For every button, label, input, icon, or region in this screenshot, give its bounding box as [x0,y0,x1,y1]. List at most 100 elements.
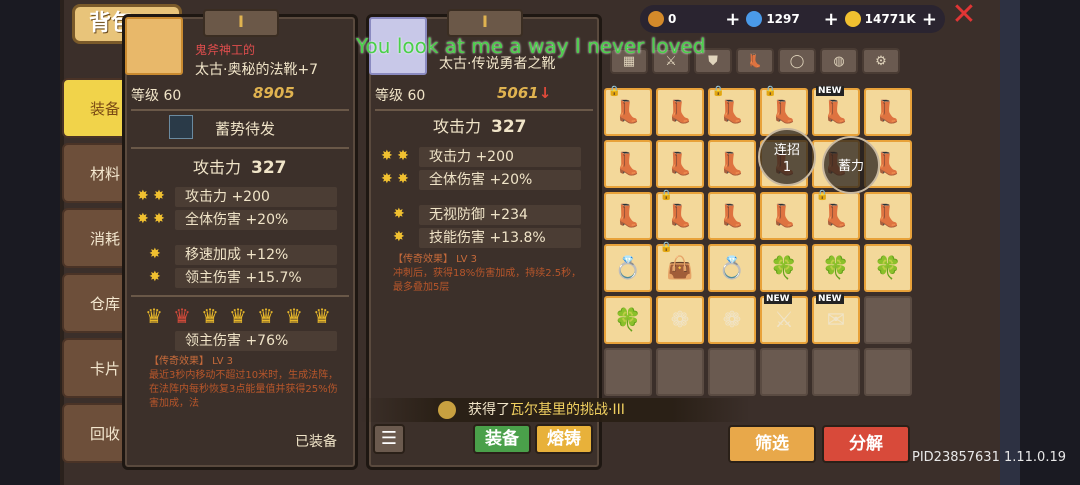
lock-icon: 🔒 [608,86,621,97]
score-down-icon: ↓ [538,84,552,102]
wing-icon [648,11,664,27]
empty-slot[interactable] [656,348,704,396]
item-slot[interactable]: 👢 [708,140,756,188]
skill-icon [169,115,193,139]
item-slot[interactable]: NEW 👢 [812,86,860,136]
empty-slot[interactable] [760,348,808,396]
legendary-text: 冲刺后，获得18%伤害加成，持续2.5秒，最多叠加5层 [393,268,582,293]
toast-prefix: 获得了 [468,402,510,418]
currency-bar: 0 + 1297 + 14771K + [640,5,945,33]
filter-button[interactable]: 筛选 [728,425,816,463]
item-slot[interactable]: 🍀 [812,244,860,292]
item-prefix: 鬼斧神工的 [195,43,256,57]
item-slot[interactable]: 🔒 👜 [656,242,704,292]
item-slot[interactable]: 👢 [864,88,912,136]
divider [131,109,349,111]
item-slot[interactable]: 🔒 👢 [656,190,704,240]
rarity-badge: Ⅰ [203,9,279,37]
crown-stat: 领主伤害 +76% [175,331,337,351]
item-slot[interactable]: 🔒 👢 [812,190,860,240]
equipped-status: 已装备 [295,434,337,450]
crown-icon: ♛ [285,304,303,328]
star-icon: ✸ [393,206,405,222]
empty-slot[interactable] [812,348,860,396]
item-name: 太古·奥秘的法靴+7 [195,62,319,78]
item-slot[interactable]: 👢 [656,140,704,188]
stat-row: 领主伤害 +15.7% [175,268,337,288]
forge-button[interactable]: 熔铸 [535,424,593,454]
star-icon: ✸ [393,229,405,245]
currency-gems-value: 1297 [766,12,800,26]
ring-filter-icon[interactable]: ◯ [778,48,816,74]
item-slot[interactable]: 👢 [760,192,808,240]
currency-wings: 0 + [648,9,740,30]
decompose-button[interactable]: 分解 [822,425,910,463]
item-slot[interactable]: 🔒 👢 [604,86,652,136]
boots-filter-icon[interactable]: 👢 [736,48,774,74]
item-slot[interactable]: 🔒 👢 [708,86,756,136]
toast-item-name: 瓦尔基里的挑战·III [510,402,625,418]
coin-icon [844,11,861,27]
item-slot[interactable]: 🍀 [864,244,912,292]
empty-slot[interactable] [864,348,912,396]
item-score-value: 5061 [497,84,539,102]
panel-edge [1000,0,1020,485]
empty-slot[interactable] [864,296,912,344]
stat-row: 移速加成 +12% [175,245,337,265]
item-slot[interactable]: ❁ [656,296,704,344]
item-slot[interactable]: 💍 [604,244,652,292]
equipped-item-card: Ⅰ 鬼斧神工的 太古·奥秘的法靴+7 等级 60 8905 蓄势待发 攻击力 32… [122,9,358,470]
new-badge: NEW [764,294,792,304]
lock-icon: 🔒 [712,86,725,97]
item-slot[interactable]: NEW ⚔ [760,294,808,344]
version-label: PID23857631 1.11.0.19 [912,450,1067,465]
charge-skill-button[interactable]: 蓄力 [822,136,880,194]
legendary-effect: 【传奇效果】 LV 3 最近3秒内移动不超过10米时，生成法阵，在法阵内每秒恢复… [149,355,345,411]
item-slot[interactable]: 👢 [708,192,756,240]
charge-skill-label: 蓄力 [837,159,864,174]
lyric-overlay: You look at me a way I never loved [356,34,706,58]
item-slot[interactable]: 👢 [656,88,704,136]
star-icon: ✸ [149,246,161,262]
attack-power: 攻击力 327 [193,154,287,178]
lock-icon: 🔒 [660,190,673,201]
gear-filter-icon[interactable]: ⚙ [862,48,900,74]
currency-wings-value: 0 [668,12,677,26]
empty-slot[interactable] [604,348,652,396]
combo-skill-label: 连招 [773,143,800,158]
skill-name: 蓄势待发 [215,120,276,138]
stat-row: 攻击力 +200 [175,187,337,207]
rarity-badge: Ⅰ [447,9,523,37]
equip-button[interactable]: 装备 [473,424,531,454]
new-badge: NEW [816,86,844,96]
attack-label: 攻击力 [193,158,242,177]
gem-icon [746,11,763,27]
legendary-header: 【传奇效果】 LV 3 [393,254,478,265]
item-slot[interactable]: 👢 [864,192,912,240]
crown-icon: ♛ [229,304,247,328]
combo-skill-button[interactable]: 连招 1 [758,128,816,186]
item-level: 等级 60 [131,88,182,104]
add-coins-button[interactable]: + [922,9,937,30]
close-button[interactable]: ✕ [950,0,978,30]
bag-filter-icon[interactable]: ◍ [820,48,858,74]
list-button[interactable]: ☰ [373,424,405,454]
lock-icon: 🔒 [816,190,829,201]
item-slot[interactable]: 🍀 [604,296,652,344]
item-slot[interactable]: 👢 [604,192,652,240]
star-icon: ✸ ✸ [137,188,165,204]
item-slot[interactable]: 👢 [604,140,652,188]
star-icon: ✸ ✸ [137,211,165,227]
item-level: 等级 60 [375,88,426,104]
star-icon: ✸ [149,269,161,285]
item-slot[interactable]: NEW ✉ [812,294,860,344]
item-slot[interactable]: ❁ [708,296,756,344]
attack-value: 327 [491,117,527,137]
item-slot[interactable]: 🍀 [760,244,808,292]
add-wings-button[interactable]: + [725,9,740,30]
add-gems-button[interactable]: + [824,9,839,30]
currency-coins-value: 14771K [864,12,916,26]
item-slot[interactable]: 💍 [708,244,756,292]
item-grid: 🔒👢 👢 🔒👢 🔒👢 NEW👢 👢 👢 👢 👢 👢 👢 👢 👢 🔒👢 👢 👢 🔒… [604,86,920,396]
empty-slot[interactable] [708,348,756,396]
